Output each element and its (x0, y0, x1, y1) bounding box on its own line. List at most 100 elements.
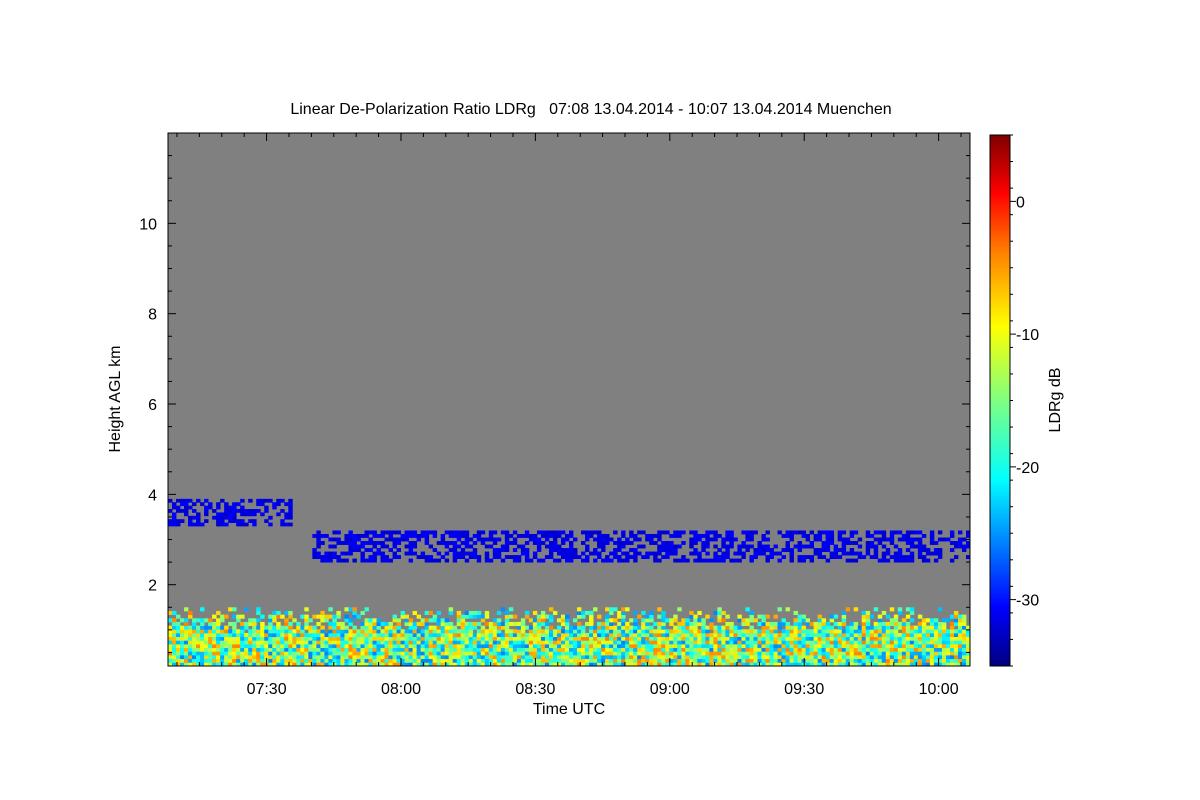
heatmap-cell (613, 632, 618, 638)
heatmap-cell (504, 537, 510, 542)
heatmap-cell (228, 519, 233, 523)
heatmap-cell (340, 636, 345, 641)
heatmap-cell (897, 647, 903, 652)
heatmap-cell (669, 647, 674, 652)
heatmap-cell (673, 651, 678, 656)
heatmap-cell (232, 614, 237, 619)
heatmap-cell (464, 610, 470, 616)
heatmap-cell (496, 555, 502, 559)
heatmap-cell (444, 558, 450, 563)
heatmap-cell (260, 636, 265, 641)
heatmap-cell (833, 551, 839, 556)
heatmap-cell (897, 555, 903, 559)
heatmap-cell (296, 647, 301, 652)
heatmap-cell (384, 636, 389, 641)
heatmap-cell (873, 632, 879, 638)
heatmap-cell (629, 541, 634, 545)
heatmap-cell (673, 558, 678, 563)
heatmap-cell (953, 636, 959, 641)
heatmap-cell (777, 551, 782, 556)
heatmap-cell (544, 621, 550, 627)
heatmap-cell (669, 534, 674, 538)
heatmap-cell (560, 636, 566, 641)
heatmap-cell (933, 551, 939, 556)
heatmap-cell (857, 658, 863, 663)
heatmap-cell (336, 555, 341, 559)
heatmap-cell (801, 629, 806, 634)
heatmap-cell (573, 654, 578, 660)
heatmap-cell (332, 544, 337, 549)
heatmap-cell (216, 621, 221, 627)
heatmap-cell (320, 618, 325, 623)
heatmap-cell (488, 647, 494, 652)
heatmap-cell (817, 651, 823, 656)
heatmap-cell (793, 651, 798, 656)
heatmap-cell (641, 625, 646, 630)
heatmap-cell (777, 621, 782, 627)
heatmap-cell (432, 651, 438, 656)
heatmap-cell (585, 555, 590, 559)
heatmap-cell (520, 647, 526, 652)
heatmap-cell (889, 654, 895, 660)
heatmap-cell (508, 643, 514, 649)
heatmap-cell (452, 643, 458, 649)
heatmap-cell (376, 636, 381, 641)
heatmap-cell (857, 551, 863, 556)
heatmap-cell (504, 643, 510, 649)
heatmap-cell (216, 610, 221, 616)
heatmap-cell (324, 618, 329, 623)
heatmap-cell (452, 534, 458, 538)
heatmap-cell (412, 621, 418, 627)
heatmap-cell (697, 610, 702, 616)
heatmap-cell (805, 654, 810, 660)
heatmap-cell (428, 654, 434, 660)
heatmap-cell (889, 651, 895, 656)
heatmap-cell (288, 498, 293, 503)
heatmap-cell (508, 534, 514, 538)
heatmap-cell (649, 654, 654, 660)
heatmap-cell (388, 643, 393, 649)
heatmap-cell (761, 629, 766, 634)
heatmap-cell (589, 643, 594, 649)
heatmap-cell (713, 647, 718, 652)
heatmap-cell (693, 618, 698, 623)
heatmap-cell (657, 636, 662, 641)
heatmap-cell (929, 551, 935, 556)
heatmap-cell (428, 658, 434, 663)
heatmap-cell (701, 534, 706, 538)
heatmap-cell (316, 640, 321, 645)
heatmap-cell (889, 640, 895, 645)
heatmap-cell (264, 643, 269, 649)
heatmap-cell (548, 555, 554, 559)
heatmap-cell (817, 548, 823, 552)
heatmap-cell (749, 558, 754, 563)
heatmap-cell (837, 640, 843, 645)
heatmap-cell (705, 530, 710, 535)
heatmap-cell (280, 522, 285, 527)
heatmap-cell (629, 654, 634, 660)
colorbar (989, 134, 1011, 667)
heatmap-cell (901, 534, 907, 538)
heatmap-cell (841, 658, 847, 663)
heatmap-cell (733, 643, 738, 649)
heatmap-cell (877, 618, 883, 623)
heatmap-cell (460, 618, 466, 623)
heatmap-cell (228, 640, 233, 645)
heatmap-cell (569, 548, 574, 552)
heatmap-cell (388, 651, 393, 656)
heatmap-cell (312, 629, 317, 634)
heatmap-cell (681, 541, 686, 545)
heatmap-cell (480, 618, 486, 623)
heatmap-cell (384, 530, 389, 535)
heatmap-cell (837, 647, 843, 652)
heatmap-cell (829, 654, 835, 660)
heatmap-cell (869, 654, 875, 660)
heatmap-cell (352, 636, 357, 641)
heatmap-cell (564, 632, 570, 638)
heatmap-cell (440, 632, 446, 638)
heatmap-cell (621, 625, 626, 630)
heatmap-cell (388, 621, 393, 627)
heatmap-cell (941, 625, 947, 630)
heatmap-cell (829, 658, 835, 663)
heatmap-cell (665, 658, 670, 663)
